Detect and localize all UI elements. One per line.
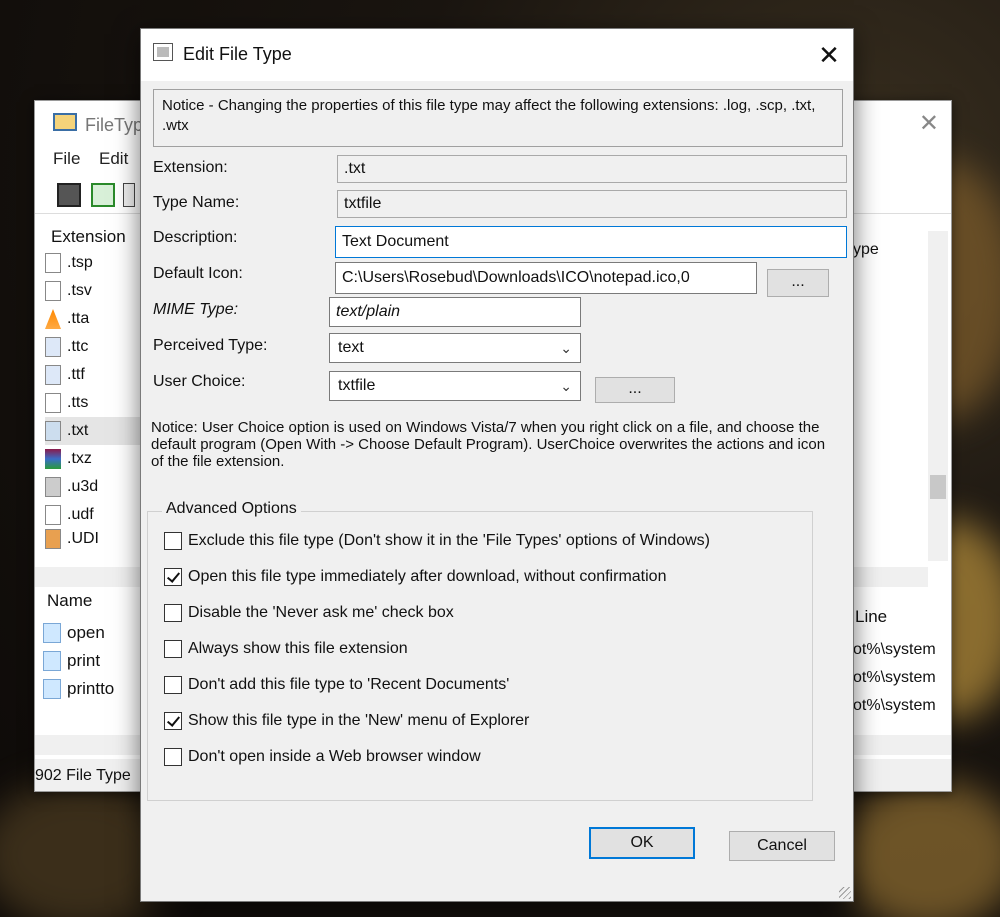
chevron-down-icon: ⌄ <box>560 378 572 394</box>
app-icon <box>53 113 77 131</box>
window-icon <box>153 43 173 61</box>
dialog-title: Edit File Type <box>183 44 292 64</box>
perceived-type-value: text <box>338 339 364 356</box>
command-line-column-header[interactable]: Line <box>855 607 887 627</box>
refresh-icon[interactable] <box>91 183 115 207</box>
dialog-titlebar: Edit File Type ✕ <box>141 29 853 81</box>
checkbox-no-browser-window[interactable] <box>164 748 182 766</box>
checkbox-exclude[interactable] <box>164 532 182 550</box>
user-choice-value: txtfile <box>338 377 376 394</box>
font-file-icon <box>45 337 61 357</box>
checkbox-no-recent-documents[interactable] <box>164 676 182 694</box>
vlc-cone-icon <box>45 309 61 329</box>
file-icon <box>45 253 61 273</box>
checkbox-disable-never-ask[interactable] <box>164 604 182 622</box>
action-icon <box>43 623 61 643</box>
table-row[interactable]: print <box>43 647 143 675</box>
advanced-options-group: Advanced Options Exclude this file type … <box>147 500 813 801</box>
option-disable-never-ask[interactable]: Disable the 'Never ask me' check box <box>164 600 454 626</box>
advanced-options-title: Advanced Options <box>162 500 301 518</box>
extensions-notice: Notice - Changing the properties of this… <box>153 89 843 147</box>
option-exclude[interactable]: Exclude this file type (Don't show it in… <box>164 528 710 554</box>
edit-file-type-dialog: Edit File Type ✕ Notice - Changing the p… <box>140 28 854 902</box>
list-item[interactable]: .tts <box>45 389 150 417</box>
user-choice-label: User Choice: <box>153 373 246 390</box>
option-no-browser-window[interactable]: Don't open inside a Web browser window <box>164 744 481 770</box>
name-column-header[interactable]: Name <box>47 591 92 611</box>
command-line-cell: ot%\system <box>853 641 936 658</box>
copy-icon[interactable] <box>123 183 135 207</box>
list-item[interactable]: .udf <box>45 501 150 529</box>
disk-image-icon <box>45 529 61 549</box>
option-always-show-extension[interactable]: Always show this file extension <box>164 636 408 662</box>
perceived-type-label: Perceived Type: <box>153 337 268 354</box>
bg-close-icon[interactable]: ✕ <box>919 109 939 138</box>
mime-type-label: MIME Type: <box>153 301 239 318</box>
list-item[interactable]: .ttf <box>45 361 150 389</box>
option-no-recent-documents[interactable]: Don't add this file type to 'Recent Docu… <box>164 672 509 698</box>
user-choice-notice: Notice: User Choice option is used on Wi… <box>151 419 826 470</box>
3d-file-icon <box>45 477 61 497</box>
list-item[interactable]: .txz <box>45 445 150 473</box>
extension-label: Extension: <box>153 159 228 176</box>
type-column-header[interactable]: ype <box>853 241 879 259</box>
menu-file[interactable]: File <box>53 149 80 169</box>
extension-field: .txt <box>337 155 847 183</box>
command-line-column: ot%\system ot%\system ot%\system <box>853 641 953 725</box>
action-icon <box>43 651 61 671</box>
mime-type-input[interactable]: text/plain <box>329 297 581 327</box>
list-item[interactable]: .tta <box>45 305 150 333</box>
table-row[interactable]: printto <box>43 675 143 703</box>
default-icon-label: Default Icon: <box>153 265 243 282</box>
list-item[interactable]: .u3d <box>45 473 150 501</box>
ok-button[interactable]: OK <box>589 827 695 859</box>
option-open-after-download[interactable]: Open this file type immediately after do… <box>164 564 666 590</box>
action-list: open print printto <box>43 619 143 703</box>
command-line-cell: ot%\system <box>853 697 936 714</box>
user-choice-button[interactable]: ... <box>595 377 675 403</box>
type-name-label: Type Name: <box>153 194 240 211</box>
list-item[interactable]: .tsv <box>45 277 150 305</box>
resize-grip-icon[interactable] <box>839 887 851 899</box>
checkbox-always-show-extension[interactable] <box>164 640 182 658</box>
checkbox-open-after-download[interactable] <box>164 568 182 586</box>
table-row[interactable]: open <box>43 619 143 647</box>
user-choice-select[interactable]: txtfile ⌄ <box>329 371 581 401</box>
vertical-scrollbar[interactable] <box>928 231 948 561</box>
text-file-icon <box>45 421 61 441</box>
description-input[interactable]: Text Document <box>335 226 847 258</box>
list-item-selected[interactable]: .txt <box>45 417 150 445</box>
extension-column-header[interactable]: Extension <box>51 227 126 247</box>
scroll-thumb[interactable] <box>930 475 946 499</box>
perceived-type-select[interactable]: text ⌄ <box>329 333 581 363</box>
extension-list: .tsp .tsv .tta .ttc .ttf .tts .txt .txz … <box>45 249 150 549</box>
file-icon <box>45 281 61 301</box>
chevron-down-icon: ⌄ <box>560 340 572 356</box>
list-item[interactable]: .tsp <box>45 249 150 277</box>
type-name-field: txtfile <box>337 190 847 218</box>
checkbox-show-in-new-menu[interactable] <box>164 712 182 730</box>
default-icon-input[interactable]: C:\Users\Rosebud\Downloads\ICO\notepad.i… <box>335 262 757 294</box>
option-show-in-new-menu[interactable]: Show this file type in the 'New' menu of… <box>164 708 529 734</box>
cancel-button[interactable]: Cancel <box>729 831 835 861</box>
list-item[interactable]: .UDI <box>45 529 150 549</box>
browse-icon-button[interactable]: ... <box>767 269 829 297</box>
font-file-icon <box>45 365 61 385</box>
description-label: Description: <box>153 229 238 246</box>
archive-icon <box>45 449 61 469</box>
status-text: 902 File Type <box>35 767 131 784</box>
save-icon[interactable] <box>57 183 81 207</box>
command-line-cell: ot%\system <box>853 669 936 686</box>
bg-window-title: FileTyp <box>85 115 144 135</box>
file-icon <box>45 393 61 413</box>
close-icon[interactable]: ✕ <box>813 39 845 71</box>
menu-edit[interactable]: Edit <box>99 149 128 169</box>
list-item[interactable]: .ttc <box>45 333 150 361</box>
action-icon <box>43 679 61 699</box>
file-icon <box>45 505 61 525</box>
